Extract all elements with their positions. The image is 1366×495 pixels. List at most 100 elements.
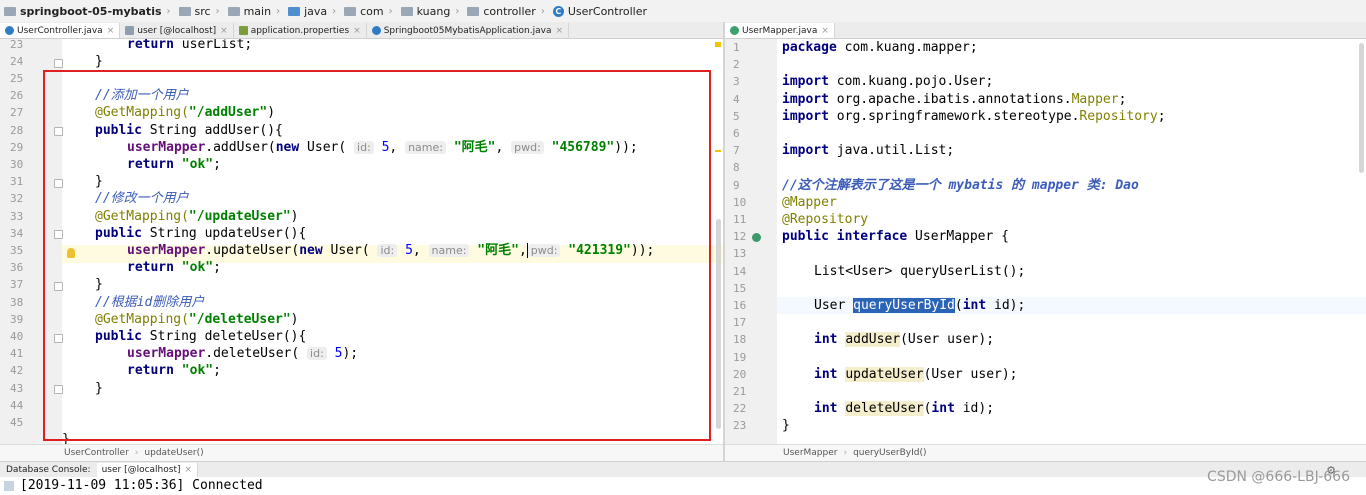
line-number: 2 [733,58,740,72]
code-line-22: int deleteUser(int id); [814,401,995,417]
close-icon[interactable]: × [821,26,829,36]
code-line-12: public interface UserMapper { [782,229,1009,245]
code-line-11: @Repository [782,212,869,227]
code-line-3: import com.kuang.pojo.User; [782,74,994,90]
right-code-editor[interactable]: package com.kuang.mapper; import com.kua… [777,39,1366,444]
right-editor-breadcrumb: UserMapper › queryUserById() [725,444,1366,461]
close-icon[interactable]: × [185,465,193,475]
code-line-24: } [95,53,103,69]
breadcrumb-main[interactable]: main › [224,0,284,22]
line-number: 41 [10,347,24,361]
line-number: 17 [733,316,747,330]
class-icon [371,26,381,35]
watermark: CSDN @666-LBJ-666 [1207,469,1350,485]
close-icon[interactable]: × [353,26,361,36]
line-number: 16 [733,299,747,312]
console-output: [2019-11-09 11:05:36] Connected CSDN @66… [0,469,1366,495]
line-number: 29 [10,140,24,154]
breadcrumb-src[interactable]: src › [175,0,224,22]
line-number: 35 [10,244,24,257]
scrollbar-thumb[interactable] [1359,43,1364,173]
breadcrumb-java[interactable]: java › [284,0,340,22]
line-number: 19 [733,350,747,364]
right-tab-bar: UserMapper.java × [725,22,1366,39]
close-icon[interactable]: × [555,26,563,36]
class-icon: C [552,5,564,17]
line-number: 14 [733,264,747,278]
line-number: 31 [10,175,24,189]
code-line-5: import org.springframework.stereotype.Re… [782,108,1166,124]
console-label: Database Console: [6,465,91,475]
folder-icon [467,6,480,16]
scrollbar-thumb[interactable] [716,219,721,429]
breadcrumb-com[interactable]: com › [340,0,397,22]
line-number: 13 [733,247,747,261]
code-line-10: @Mapper [782,194,837,210]
tab-console-session[interactable]: user [@localhost] × [96,463,199,477]
code-line-20: int updateUser(User user); [814,366,1018,382]
right-line-numbers: 1 2 3 4 5 6 7 8 9 10 11 12 13 14 15 16 17 18 19 20 21 22 23 [725,39,777,444]
line-number: 9 [733,178,740,192]
tab-application-properties[interactable]: application.properties × [234,23,367,38]
code-line-9: //这个注解表示了这是一个 mybatis 的 mapper 类: Dao [782,177,1139,193]
left-editor-breadcrumb: UserController › updateUser() [0,444,723,461]
tab-usermapper[interactable]: UserMapper.java × [725,23,835,38]
line-number: 28 [10,123,24,137]
close-icon[interactable]: × [220,26,228,36]
code-line-7: import java.util.List; [782,143,955,159]
implemented-icon[interactable] [752,233,761,242]
tab-user-table[interactable]: user [@localhost] × [120,23,234,38]
highlight-box [43,70,711,441]
tab-application-class[interactable]: Springboot05MybatisApplication.java × [367,23,570,38]
line-number: 6 [733,127,740,140]
left-tab-bar: UserController.java × user [@localhost] × … [0,22,723,39]
line-number: 32 [10,192,24,206]
code-line-23: } [782,418,790,434]
line-number: 15 [733,281,747,295]
breadcrumb-project[interactable]: springboot-05-mybatis › [0,0,175,22]
line-number: 23 [10,39,24,51]
line-number: 12 [733,230,747,244]
line-number: 7 [733,144,740,158]
line-number: 5 [733,109,740,123]
line-number: 11 [733,213,747,226]
line-number: 39 [10,312,24,326]
line-number: 44 [10,398,24,412]
breadcrumb-kuang[interactable]: kuang › [397,0,464,22]
folder-icon [400,6,413,16]
line-number: 10 [733,195,747,209]
line-number: 1 [733,41,740,54]
code-line-14: List<User> queryUserList(); [814,263,1026,279]
fold-marker[interactable] [54,59,63,68]
line-number: 18 [733,333,747,347]
line-number: 22 [733,402,747,416]
tab-usercontroller[interactable]: UserController.java × [0,23,121,38]
folder-icon [288,6,301,16]
line-number: 23 [733,419,747,433]
line-number: 27 [10,106,24,120]
code-line-18: int addUser(User user); [814,332,995,348]
warning-marker[interactable] [715,150,721,152]
module-icon [4,6,16,16]
console-tab-bar: Database Console: user [@localhost] × ⚙ [0,461,1366,478]
line-number: 4 [733,92,740,106]
folder-icon [227,6,240,16]
close-icon[interactable]: × [107,26,115,36]
code-line-23: return userList; [127,39,253,52]
line-number: 36 [10,261,24,275]
folder-icon [178,6,191,16]
line-number: 25 [10,72,24,85]
table-icon [125,26,135,35]
breadcrumb: springboot-05-mybatis › src › main › java › … [0,0,1366,23]
code-line-1: package com.kuang.mapper; [782,40,978,55]
line-number: 26 [10,89,24,103]
line-number: 30 [10,158,24,171]
warning-marker[interactable] [715,42,721,47]
folder-icon [344,6,357,16]
line-number: 24 [10,54,24,68]
line-number: 40 [10,330,24,343]
line-number: 45 [10,416,24,429]
line-number: 21 [733,385,747,398]
breadcrumb-controller[interactable]: controller › [463,0,548,22]
breadcrumb-class[interactable]: C UserController [549,0,651,22]
